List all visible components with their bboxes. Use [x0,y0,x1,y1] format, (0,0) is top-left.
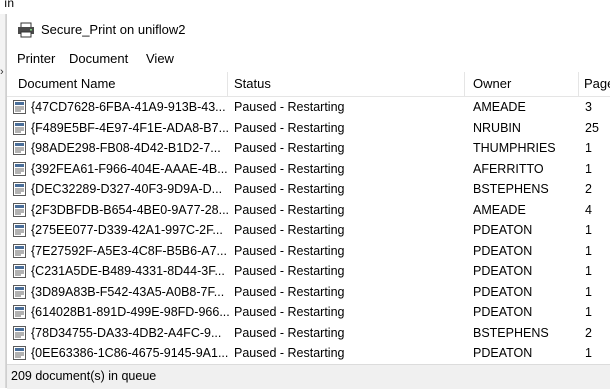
document-icon [13,305,26,319]
owner-cell: PDEATON [473,346,533,360]
menu-view[interactable]: View [146,51,174,66]
table-row[interactable]: {C231A5DE-B489-4331-8D44-3F... Paused - R… [7,261,610,282]
list-header: Document Name Status Owner Page [7,72,610,97]
status-cell: Paused - Restarting [234,305,345,319]
document-list[interactable]: Document Name Status Owner Page {47CD762… [7,72,610,364]
status-cell: Paused - Restarting [234,284,345,299]
status-cell: Paused - Restarting [234,120,345,135]
document-name-cell: {98ADE298-FB08-4D42-B1D2-7... [31,141,221,155]
status-cell: Paused - Restarting [234,243,345,258]
owner-cell: AFERRITTO [473,161,544,176]
print-queue-window: Secure_Print on uniflow2 Printer Documen… [6,14,610,389]
document-name-cell: {7E27592F-A5E3-4C8F-B5B6-A7... [31,243,227,258]
status-cell: Paused - Restarting [234,346,345,360]
document-name-cell: {47CD7628-6FBA-41A9-913B-43... [31,100,226,114]
menu-printer[interactable]: Printer [17,51,55,66]
document-icon [13,141,26,155]
document-icon [13,182,26,196]
document-icon [13,346,26,360]
document-name-cell: {DEC32289-D327-40F3-9D9A-D... [31,182,223,196]
owner-cell: AMEADE [473,100,526,114]
status-cell: Paused - Restarting [234,141,345,155]
pages-cell: 1 [585,264,592,278]
table-row[interactable]: {78D34755-DA33-4DB2-A4FC-9... Paused - Re… [7,323,610,344]
document-name-cell: {78D34755-DA33-4DB2-A4FC-9... [31,325,222,340]
document-name-cell: {F489E5BF-4E97-4F1E-ADA8-B7... [31,120,230,135]
status-cell: Paused - Restarting [234,161,345,176]
status-cell: Paused - Restarting [234,202,345,217]
status-cell: Paused - Restarting [234,264,345,278]
window-title: Secure_Print on uniflow2 [41,22,186,37]
pages-cell: 4 [585,202,592,217]
table-row[interactable]: {392FEA61-F966-404E-AAAE-4B... Paused - R… [7,159,610,180]
document-icon [13,202,26,217]
table-row[interactable]: {F489E5BF-4E97-4F1E-ADA8-B7... Paused - R… [7,118,610,139]
owner-cell: THUMPHRIES [473,141,556,155]
table-row[interactable]: {2F3DBFDB-B654-4BE0-9A77-28... Paused - R… [7,200,610,221]
document-icon [13,325,26,340]
owner-cell: NRUBIN [473,120,521,135]
status-cell: Paused - Restarting [234,100,345,114]
queue-count: 209 document(s) in queue [11,369,157,383]
owner-cell: BSTEPHENS [473,325,549,340]
document-icon [13,120,26,135]
table-row[interactable]: {614028B1-891D-499E-98FD-966... Paused - … [7,302,610,323]
status-cell: Paused - Restarting [234,182,345,196]
status-bar: 209 document(s) in queue [7,364,610,389]
table-row[interactable]: {0EE63386-1C86-4675-9145-9A1... Paused - … [7,343,610,364]
document-name-cell: {614028B1-891D-499E-98FD-966... [31,305,230,319]
column-header-pages[interactable]: Page [579,72,610,96]
owner-cell: PDEATON [473,243,533,258]
column-header-owner[interactable]: Owner [465,72,579,96]
document-icon [13,223,26,237]
menu-document[interactable]: Document [69,51,128,66]
table-row[interactable]: {275EE077-D339-42A1-997C-2F... Paused - R… [7,220,610,241]
printer-icon [18,22,34,38]
column-header-document-name[interactable]: Document Name [7,72,228,96]
document-icon [13,161,26,176]
table-row[interactable]: {7E27592F-A5E3-4C8F-B5B6-A7... Paused - R… [7,241,610,262]
background-edge-mark: › [0,66,4,78]
pages-cell: 1 [585,161,592,176]
pages-cell: 2 [585,325,592,340]
pages-cell: 2 [585,182,592,196]
document-name-cell: {275EE077-D339-42A1-997C-2F... [31,223,223,237]
document-icon [13,100,26,114]
document-icon [13,243,26,258]
background-text: ın [4,0,15,10]
pages-cell: 1 [585,284,592,299]
pages-cell: 1 [585,305,592,319]
document-name-cell: {3D89A83B-F542-43A5-A0B8-7F... [31,284,225,299]
owner-cell: PDEATON [473,284,533,299]
pages-cell: 1 [585,141,592,155]
pages-cell: 1 [585,243,592,258]
background-window-strip: ın [0,0,610,14]
owner-cell: PDEATON [473,264,533,278]
document-name-cell: {2F3DBFDB-B654-4BE0-9A77-28... [31,202,230,217]
document-icon [13,264,26,278]
table-row[interactable]: {3D89A83B-F542-43A5-A0B8-7F... Paused - R… [7,282,610,303]
pages-cell: 1 [585,346,592,360]
document-icon [13,284,26,299]
column-header-status[interactable]: Status [228,72,465,96]
pages-cell: 3 [585,100,592,114]
owner-cell: BSTEPHENS [473,182,549,196]
status-cell: Paused - Restarting [234,223,345,237]
pages-cell: 25 [585,120,599,135]
document-name-cell: {0EE63386-1C86-4675-9145-9A1... [31,346,229,360]
table-row[interactable]: {DEC32289-D327-40F3-9D9A-D... Paused - Re… [7,179,610,200]
table-row[interactable]: {98ADE298-FB08-4D42-B1D2-7... Paused - Re… [7,138,610,159]
title-bar[interactable]: Secure_Print on uniflow2 [7,14,610,46]
owner-cell: PDEATON [473,223,533,237]
pages-cell: 1 [585,223,592,237]
owner-cell: PDEATON [473,305,533,319]
owner-cell: AMEADE [473,202,526,217]
table-row[interactable]: {47CD7628-6FBA-41A9-913B-43... Paused - R… [7,97,610,118]
document-name-cell: {C231A5DE-B489-4331-8D44-3F... [31,264,225,278]
document-name-cell: {392FEA61-F966-404E-AAAE-4B... [31,161,228,176]
menu-bar: Printer Document View [7,48,610,70]
status-cell: Paused - Restarting [234,325,345,340]
